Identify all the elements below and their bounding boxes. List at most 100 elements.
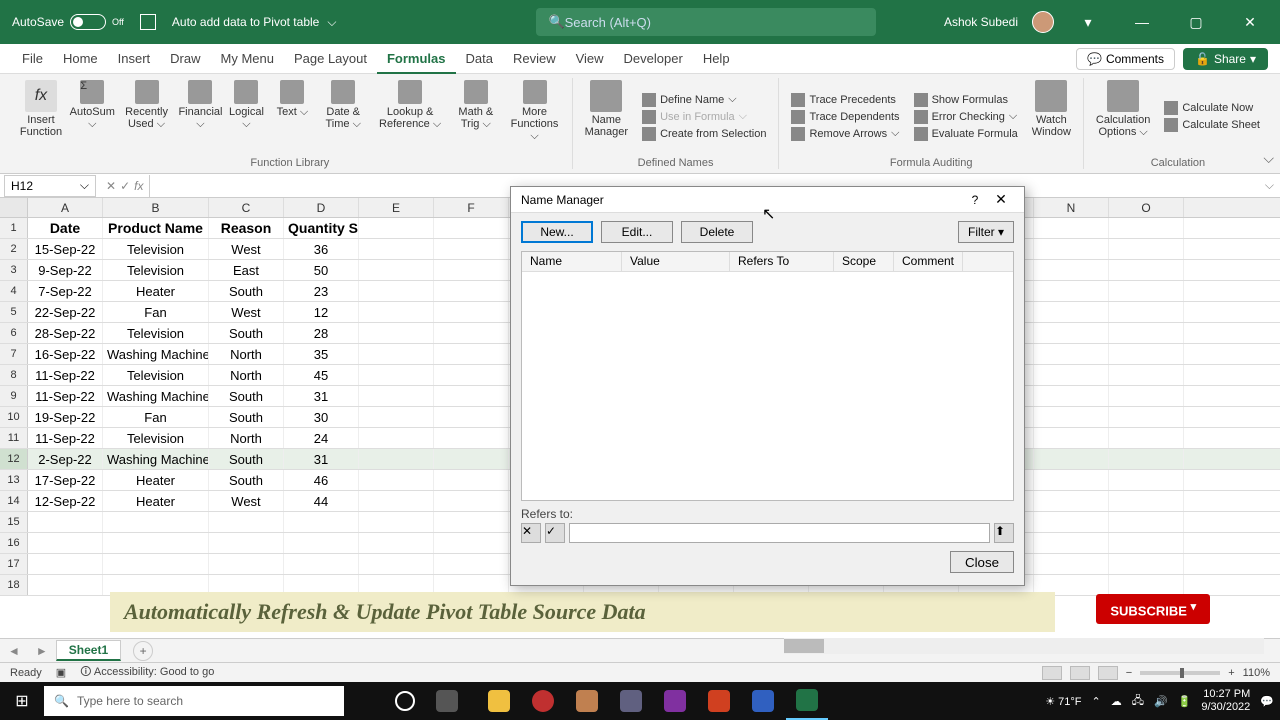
new-button[interactable]: New...: [521, 221, 593, 243]
calculator-icon[interactable]: [742, 682, 784, 720]
fx-icon[interactable]: fx: [134, 179, 143, 193]
col-header[interactable]: C: [209, 198, 284, 217]
col-header[interactable]: F: [434, 198, 509, 217]
task-view-icon[interactable]: [426, 682, 468, 720]
minimize-icon[interactable]: —: [1122, 0, 1162, 44]
refers-to-input[interactable]: [569, 523, 990, 543]
insert-function-button[interactable]: fxInsert Function: [16, 78, 66, 155]
tab-my-menu[interactable]: My Menu: [211, 44, 284, 74]
filter-button[interactable]: Filter ▾: [958, 221, 1014, 243]
financial-button[interactable]: Financial ⌵: [180, 78, 220, 155]
col-header[interactable]: N: [1034, 198, 1109, 217]
math-trig-button[interactable]: Math & Trig ⌵: [452, 78, 499, 155]
tab-page-layout[interactable]: Page Layout: [284, 44, 377, 74]
zoom-in-icon[interactable]: +: [1228, 667, 1234, 679]
add-sheet-button[interactable]: +: [133, 641, 153, 661]
zoom-level[interactable]: 110%: [1243, 667, 1270, 679]
app-icon[interactable]: [654, 682, 696, 720]
start-button[interactable]: ⊞: [0, 691, 44, 711]
tab-formulas[interactable]: Formulas: [377, 44, 456, 74]
comments-button[interactable]: 💬 Comments: [1076, 48, 1175, 70]
cortana-icon[interactable]: [384, 682, 426, 720]
remove-arrows-button[interactable]: Remove Arrows ⌵: [787, 126, 903, 142]
volume-icon[interactable]: 🔊: [1154, 695, 1168, 708]
col-scope[interactable]: Scope: [834, 252, 894, 271]
normal-view-icon[interactable]: [1042, 666, 1062, 680]
taskbar-search[interactable]: 🔍 Type here to search: [44, 686, 344, 716]
date-time-button[interactable]: Date & Time ⌵: [318, 78, 367, 155]
name-box[interactable]: H12⌵: [4, 175, 96, 197]
share-button[interactable]: 🔓 Share ▾: [1183, 48, 1268, 70]
tab-data[interactable]: Data: [456, 44, 503, 74]
powerpoint-icon[interactable]: [698, 682, 740, 720]
help-icon[interactable]: ?: [962, 193, 988, 207]
filename[interactable]: Auto add data to Pivot table ⌵: [172, 15, 337, 30]
col-name[interactable]: Name: [522, 252, 622, 271]
logical-button[interactable]: Logical ⌵: [226, 78, 266, 155]
clock[interactable]: 10:27 PM9/30/2022: [1201, 688, 1250, 714]
calc-options-button[interactable]: Calculation Options ⌵: [1092, 78, 1154, 155]
lookup-button[interactable]: Lookup & Reference ⌵: [374, 78, 446, 155]
tab-home[interactable]: Home: [53, 44, 108, 74]
collapse-dialog-icon[interactable]: ⬆: [994, 523, 1014, 543]
maximize-icon[interactable]: ▢: [1176, 0, 1216, 44]
paint-icon[interactable]: [566, 682, 608, 720]
calculate-sheet-button[interactable]: Calculate Sheet: [1160, 117, 1264, 133]
error-checking-button[interactable]: Error Checking ⌵: [910, 109, 1022, 125]
subscribe-button[interactable]: SUBSCRIBE ▾: [1096, 594, 1210, 624]
tab-help[interactable]: Help: [693, 44, 740, 74]
battery-icon[interactable]: 🔋: [1178, 695, 1192, 708]
sheet-tab-sheet1[interactable]: Sheet1: [56, 640, 121, 661]
recently-used-button[interactable]: Recently Used ⌵: [119, 78, 175, 155]
enter-icon[interactable]: ✓: [120, 179, 130, 193]
horizontal-scrollbar[interactable]: [784, 638, 1264, 654]
evaluate-formula-button[interactable]: Evaluate Formula: [910, 126, 1022, 142]
search-input[interactable]: 🔍 Search (Alt+Q): [536, 8, 876, 36]
ribbon-opts-icon[interactable]: ▾: [1068, 0, 1108, 44]
close-button[interactable]: Close: [950, 551, 1014, 573]
col-header[interactable]: E: [359, 198, 434, 217]
define-name-button[interactable]: Define Name ⌵: [638, 92, 770, 108]
show-formulas-button[interactable]: Show Formulas: [910, 92, 1022, 108]
zoom-out-icon[interactable]: −: [1126, 667, 1132, 679]
sheet-nav-prev-icon[interactable]: ◄: [0, 644, 28, 658]
collapse-ribbon-icon[interactable]: ⌵: [1263, 150, 1274, 167]
save-icon[interactable]: [140, 14, 156, 30]
username[interactable]: Ashok Subedi: [944, 15, 1018, 29]
tab-insert[interactable]: Insert: [108, 44, 161, 74]
refers-accept-icon[interactable]: ✓: [545, 523, 565, 543]
accessibility-status[interactable]: 🛈 Accessibility: Good to go: [80, 663, 214, 682]
cancel-icon[interactable]: ✕: [106, 179, 116, 193]
autosave-toggle[interactable]: AutoSave Off: [12, 14, 124, 30]
notifications-icon[interactable]: 💬: [1260, 695, 1274, 708]
page-layout-view-icon[interactable]: [1070, 666, 1090, 680]
more-functions-button[interactable]: More Functions ⌵: [505, 78, 563, 155]
close-icon[interactable]: ✕: [988, 191, 1014, 208]
create-from-selection-button[interactable]: Create from Selection: [638, 126, 770, 142]
col-value[interactable]: Value: [622, 252, 730, 271]
tray-chevron-icon[interactable]: ⌃: [1091, 695, 1100, 708]
expand-bar-icon[interactable]: ⌵: [1259, 178, 1280, 193]
edit-button[interactable]: Edit...: [601, 221, 673, 243]
edge-icon[interactable]: [522, 682, 564, 720]
zoom-slider[interactable]: [1140, 671, 1220, 675]
weather-widget[interactable]: ☀ 71°F: [1045, 695, 1081, 708]
watch-window-button[interactable]: Watch Window: [1028, 78, 1075, 155]
text-button[interactable]: Text ⌵: [272, 78, 312, 155]
col-refers[interactable]: Refers To: [730, 252, 834, 271]
network-icon[interactable]: 🖧: [1132, 692, 1144, 711]
refers-cancel-icon[interactable]: ✕: [521, 523, 541, 543]
autosum-button[interactable]: ΣAutoSum ⌵: [72, 78, 113, 155]
trace-precedents-button[interactable]: Trace Precedents: [787, 92, 903, 108]
col-header[interactable]: A: [28, 198, 103, 217]
delete-button[interactable]: Delete: [681, 221, 753, 243]
names-list[interactable]: Name Value Refers To Scope Comment: [521, 251, 1014, 501]
toggle-icon[interactable]: [70, 14, 106, 30]
calculate-now-button[interactable]: Calculate Now: [1160, 100, 1264, 116]
macro-record-icon[interactable]: ▣: [56, 666, 66, 679]
use-in-formula-button[interactable]: Use in Formula ⌵: [638, 109, 770, 125]
select-all-corner[interactable]: [0, 198, 28, 217]
avatar[interactable]: [1032, 11, 1054, 33]
close-icon[interactable]: ✕: [1230, 0, 1270, 44]
store-icon[interactable]: [610, 682, 652, 720]
